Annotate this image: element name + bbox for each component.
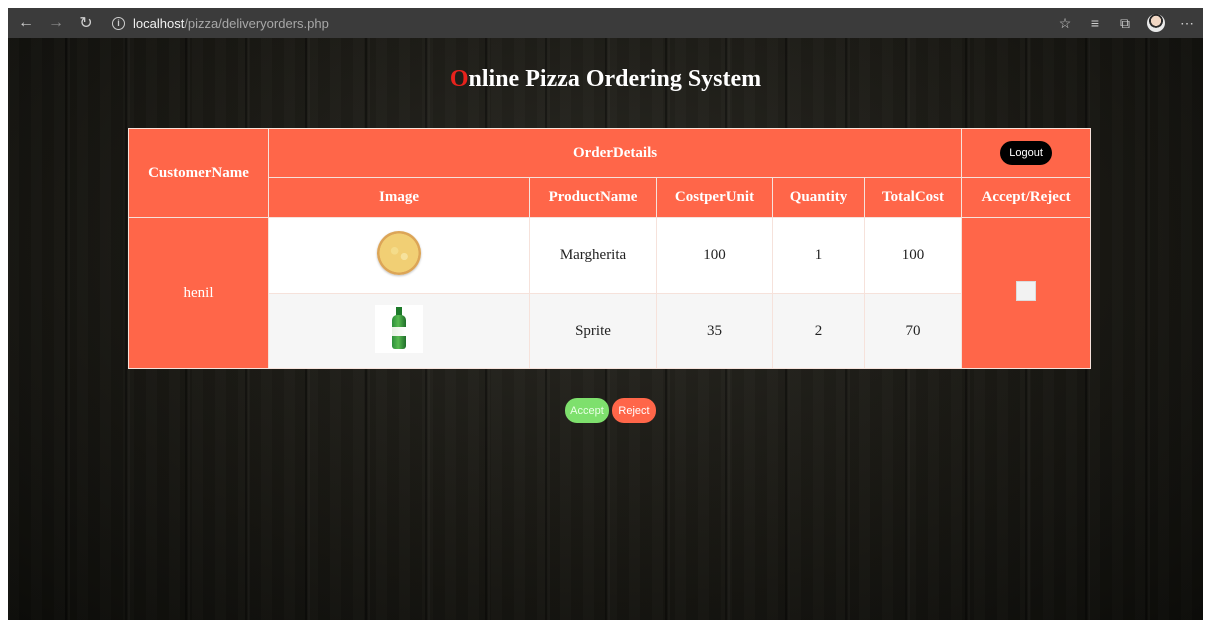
accept-reject-checkbox[interactable] xyxy=(1016,280,1037,301)
total-cost-cell: 70 xyxy=(863,293,963,369)
header-logout-cell: Logout xyxy=(961,128,1092,178)
header-customer-name: CustomerName xyxy=(128,128,269,218)
accept-reject-cell xyxy=(961,217,1092,369)
url-path: /pizza/deliveryorders.php xyxy=(184,15,329,31)
table-row: henil Margherita 100 1 100 xyxy=(128,217,1092,369)
page-title: Online Pizza Ordering System xyxy=(8,66,1203,93)
header-image: Image xyxy=(268,177,530,218)
accept-button[interactable]: Accept xyxy=(565,398,609,423)
url-host: localhost xyxy=(133,15,185,31)
header-order-details: OrderDetails xyxy=(267,128,963,178)
quantity-cell: 1 xyxy=(772,217,865,294)
title-first-letter: O xyxy=(449,66,469,92)
title-rest: nline Pizza Ordering System xyxy=(468,66,762,92)
header-quantity: Quantity xyxy=(772,177,865,218)
favorites-list-icon[interactable]: ≡ xyxy=(1087,15,1103,31)
pizza-image xyxy=(377,231,421,275)
header-product-name: ProductName xyxy=(529,177,657,218)
table-row: Sprite 35 2 70 xyxy=(129,293,1091,369)
cost-per-unit-cell: 35 xyxy=(656,293,773,369)
collections-icon[interactable]: ⧉ xyxy=(1117,15,1133,32)
more-options-icon[interactable]: ⋯ xyxy=(1179,15,1195,32)
order-actions: Accept Reject xyxy=(565,398,656,423)
product-name-cell: Margherita xyxy=(529,217,657,294)
customer-name-cell: henil xyxy=(128,217,269,369)
cost-per-unit-cell: 100 xyxy=(656,217,773,294)
browser-toolbar: ← → ↻ i localhost/pizza/deliveryorders.p… xyxy=(8,8,1203,38)
total-cost-cell: 100 xyxy=(863,217,963,294)
orders-table: CustomerName OrderDetails Logout Image P… xyxy=(128,128,1092,369)
forward-arrow-icon[interactable]: → xyxy=(44,14,68,32)
back-arrow-icon[interactable]: ← xyxy=(14,14,38,32)
favorite-star-icon[interactable]: ☆ xyxy=(1057,15,1073,32)
refresh-icon[interactable]: ↻ xyxy=(74,13,98,33)
product-image-cell xyxy=(268,217,530,294)
quantity-cell: 2 xyxy=(772,293,865,369)
header-total-cost: TotalCost xyxy=(863,177,963,218)
sprite-bottle-image xyxy=(375,304,423,353)
info-icon[interactable]: i xyxy=(112,16,125,30)
header-accept-reject: Accept/Reject xyxy=(961,177,1092,218)
address-bar[interactable]: i localhost/pizza/deliveryorders.php xyxy=(112,12,1012,34)
product-name-cell: Sprite xyxy=(529,293,657,369)
product-image-cell xyxy=(268,293,530,369)
logout-button[interactable]: Logout xyxy=(1000,141,1052,165)
page-background: Online Pizza Ordering System CustomerNam… xyxy=(8,38,1203,620)
header-cost-per-unit: CostperUnit xyxy=(656,177,773,218)
reject-button[interactable]: Reject xyxy=(612,398,656,423)
browser-actions: ☆ ≡ ⧉ ⋯ xyxy=(1057,8,1195,38)
profile-avatar[interactable] xyxy=(1147,14,1165,32)
